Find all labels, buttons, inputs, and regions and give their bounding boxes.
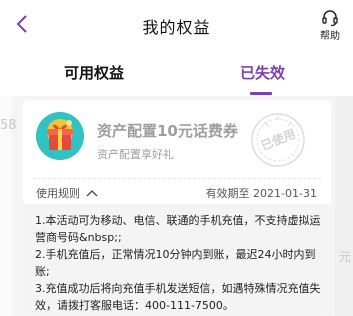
tab-expired[interactable]: 已失效 [240, 62, 285, 83]
used-stamp: 已使用 [250, 112, 306, 168]
chevron-up-icon [86, 190, 98, 197]
coupon-subtitle: 资产配置享好礼 [97, 148, 174, 161]
rules-row: 使用规则 有效期至 2021-01-31 [23, 180, 331, 204]
background-peek-number: 58 [0, 118, 17, 133]
help-button[interactable]: 帮助 [317, 9, 343, 42]
coupon-card[interactable]: 资产配置10元话费券 资产配置享好礼 已使用 使用规则 有效期至 2021-01… [23, 100, 331, 316]
header-bar: 我的权益 帮助 [0, 0, 353, 48]
rules-label: 使用规则 [36, 187, 80, 200]
rule-item: 1.本活动可为移动、电信、联通的手机充值，不支持虚拟运营商号码&nbsp;; [35, 214, 321, 244]
coupon-header: 资产配置10元话费券 资产配置享好礼 已使用 [23, 100, 331, 174]
tab-bar: 可用权益 已失效 [0, 48, 353, 96]
background-peek-text: 元 [338, 250, 351, 264]
divider [33, 178, 321, 179]
rules-toggle[interactable]: 使用规则 [36, 185, 98, 201]
coupon-name: 资产配置10元话费券 [97, 122, 238, 140]
page-title: 我的权益 [142, 18, 211, 37]
tab-available[interactable]: 可用权益 [64, 62, 124, 83]
help-label: 帮助 [320, 31, 340, 42]
active-tab-indicator [250, 92, 272, 95]
rule-item: 2.手机充值后，正常情况10分钟内到账，最迟24小时内到账; [35, 248, 316, 278]
expiry-date: 有效期至 2021-01-31 [205, 187, 317, 200]
headset-icon [322, 10, 338, 27]
rule-item: 3.充值成功后将向充值手机发送短信，如遇特殊情况充值失效，请拨打客服电话：400… [35, 282, 321, 312]
gift-icon [36, 112, 84, 160]
rules-panel: 1.本活动可为移动、电信、联通的手机充值，不支持虚拟运营商号码&nbsp;; 2… [23, 204, 331, 316]
